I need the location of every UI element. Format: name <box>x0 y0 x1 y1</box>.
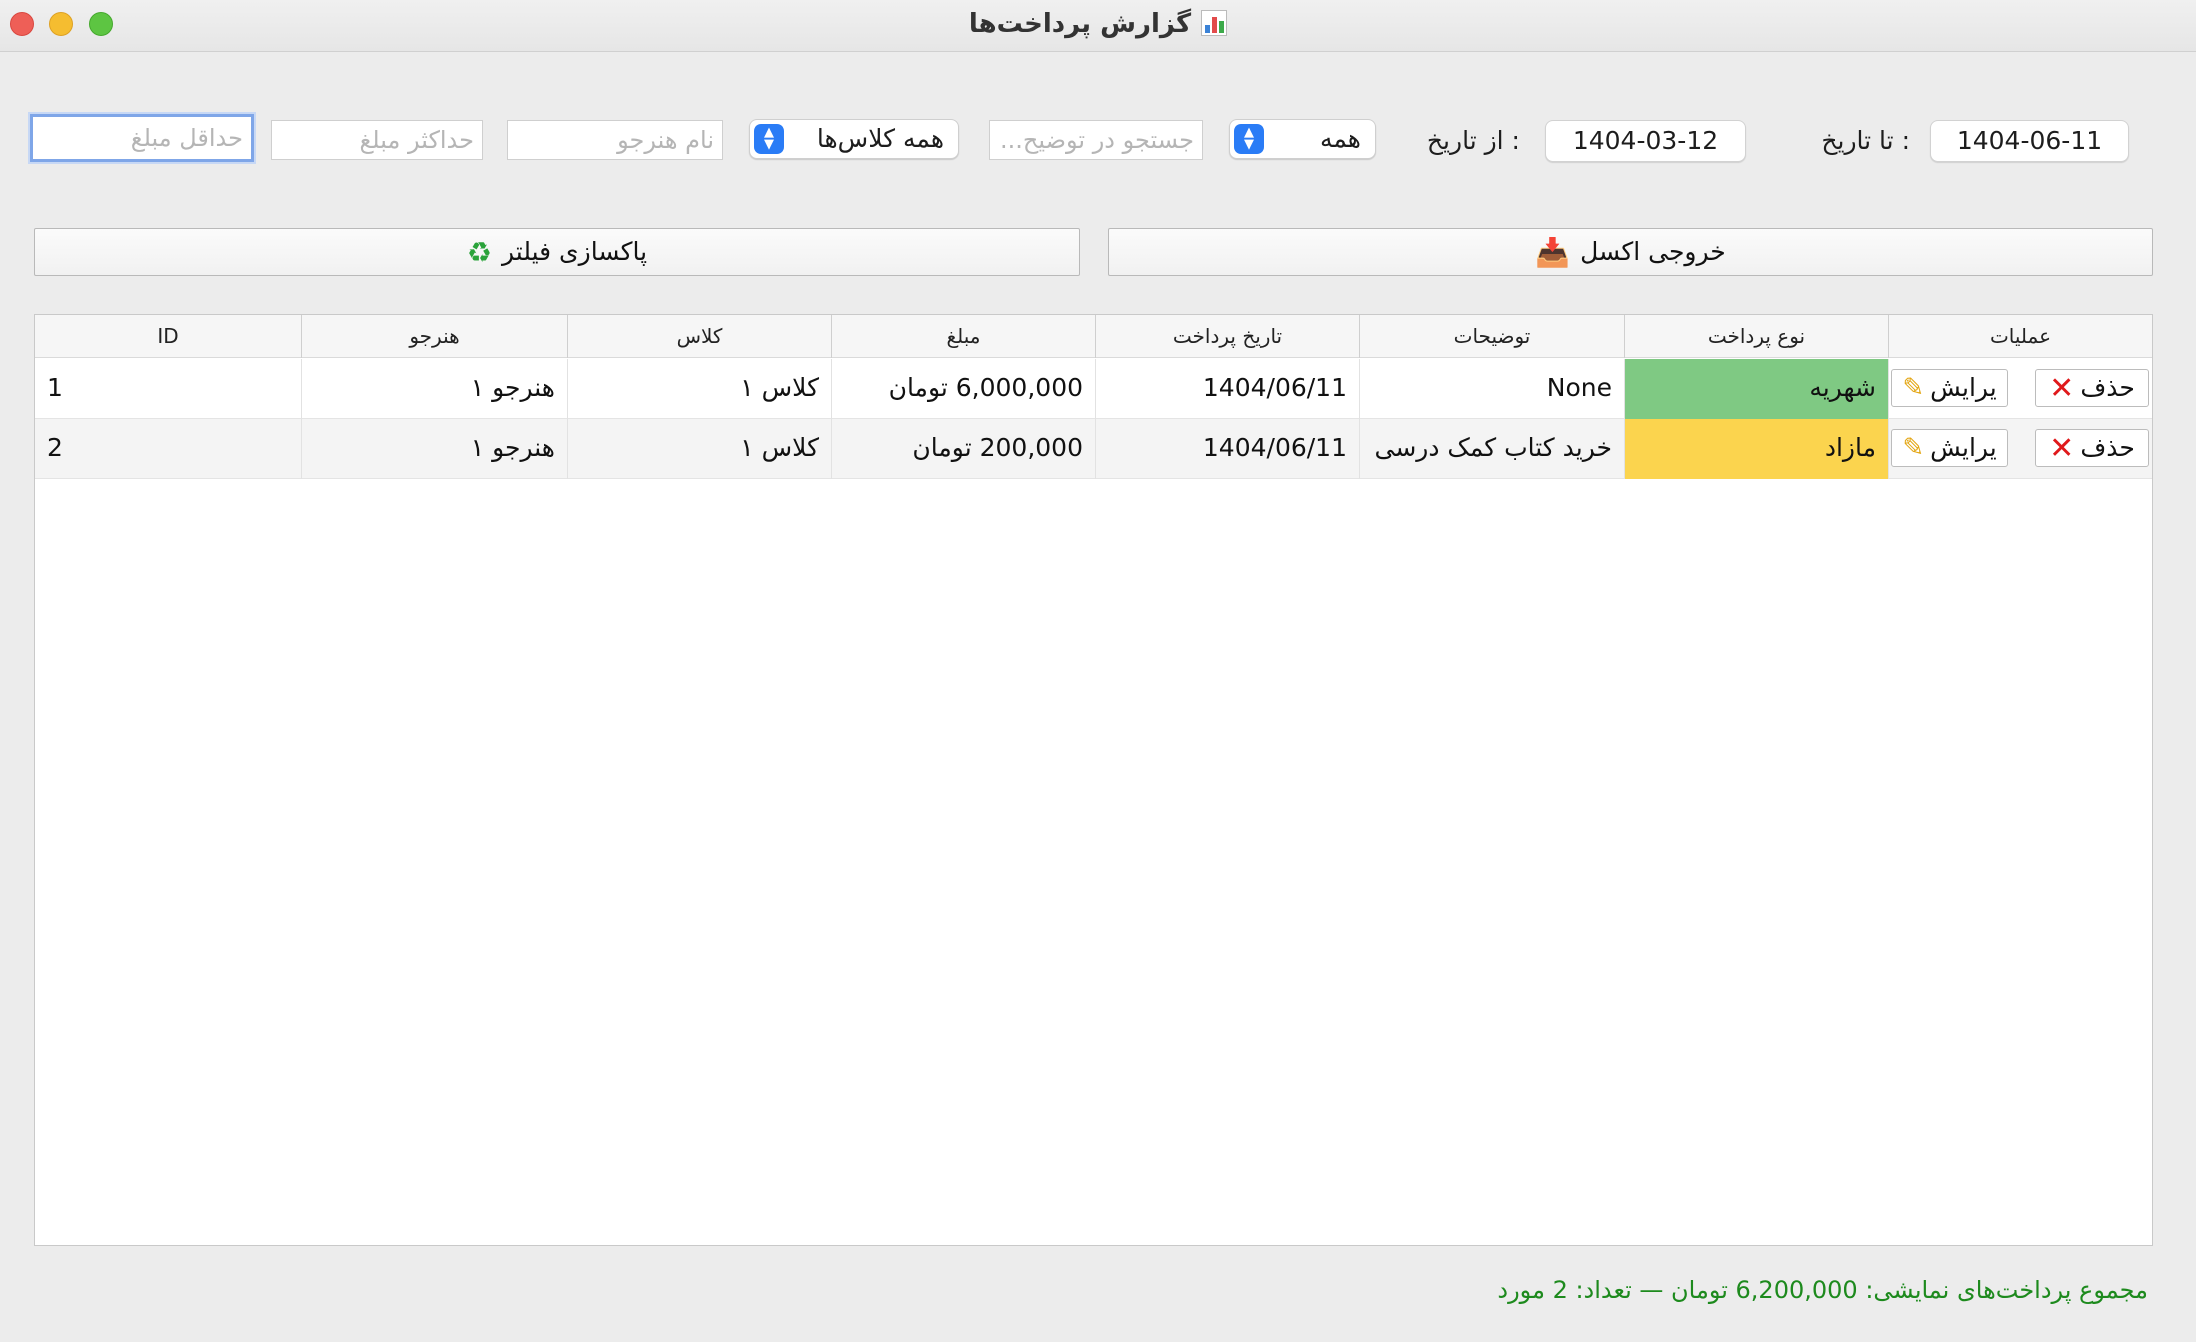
window-title: گزارش پرداخت‌ها <box>0 6 2196 42</box>
cell-student: هنرجو ۱ <box>301 359 567 419</box>
to-date-label: : تا تاریخ <box>1821 126 1910 155</box>
cell-class: کلاس ۱ <box>567 419 831 479</box>
header-student[interactable]: هنرجو <box>301 315 567 358</box>
payment-type-select[interactable]: همه ▲ ▼ <box>1229 119 1376 159</box>
cell-student: هنرجو ۱ <box>301 419 567 479</box>
cell-id: 2 <box>47 433 63 462</box>
class-select[interactable]: همه کلاس‌ها ▲ ▼ <box>749 119 959 159</box>
cell-payment-type: مازاد <box>1624 419 1888 479</box>
table-header: ID هنرجو کلاس مبلغ تاریخ پرداخت توضیحات … <box>35 315 2152 358</box>
header-payment-date[interactable]: تاریخ پرداخت <box>1095 315 1359 358</box>
cell-amount: 200,000 تومان <box>831 419 1095 479</box>
header-id[interactable]: ID <box>35 315 301 358</box>
reset-filter-button[interactable]: پاکسازی فیلتر♻ <box>34 228 1080 276</box>
header-payment-type[interactable]: نوع پرداخت <box>1624 315 1888 358</box>
cell-payment-date: 1404/06/11 <box>1095 359 1359 419</box>
pencil-icon: ✎ <box>1902 373 1925 403</box>
cell-class: کلاس ۱ <box>567 359 831 419</box>
header-description[interactable]: توضیحات <box>1359 315 1624 358</box>
title-bar: گزارش پرداخت‌ها <box>0 0 2196 52</box>
delete-x-icon: ✕ <box>2049 431 2075 466</box>
cell-amount: 6,000,000 تومان <box>831 359 1095 419</box>
edit-button[interactable]: یرایش✎ <box>1891 429 2008 467</box>
recycle-icon: ♻ <box>466 236 492 269</box>
delete-x-icon: ✕ <box>2049 371 2075 406</box>
bar-chart-icon <box>1201 10 1228 36</box>
header-amount[interactable]: مبلغ <box>831 315 1095 358</box>
table-row[interactable]: 2 هنرجو ۱ کلاس ۱ 200,000 تومان 1404/06/1… <box>35 419 2152 479</box>
from-date-field[interactable]: 1404-03-12 <box>1545 120 1746 162</box>
cell-payment-type: شهریه <box>1624 359 1888 419</box>
cell-id: 1 <box>47 373 63 402</box>
from-date-label: : از تاریخ <box>1426 126 1520 155</box>
select-arrows-icon: ▲ ▼ <box>754 124 784 154</box>
export-excel-button[interactable]: خروجی اکسل📥 <box>1108 228 2153 276</box>
cell-payment-date: 1404/06/11 <box>1095 419 1359 479</box>
cell-operations: حذف✕ یرایش✎ <box>1888 419 2152 479</box>
delete-button[interactable]: حذف✕ <box>2035 369 2149 407</box>
select-arrows-icon: ▲ ▼ <box>1234 124 1264 154</box>
description-search-input[interactable] <box>989 120 1203 160</box>
header-class[interactable]: کلاس <box>567 315 831 358</box>
max-amount-input[interactable] <box>271 120 483 160</box>
summary-text: مجموع پرداخت‌های نمایشی: 6,200,000 تومان… <box>1497 1276 2148 1304</box>
cell-operations: حذف✕ یرایش✎ <box>1888 359 2152 419</box>
table-row[interactable]: 1 هنرجو ۱ کلاس ۱ 6,000,000 تومان 1404/06… <box>35 359 2152 419</box>
to-date-field[interactable]: 1404-06-11 <box>1930 120 2129 162</box>
payments-table: ID هنرجو کلاس مبلغ تاریخ پرداخت توضیحات … <box>34 314 2153 1246</box>
student-name-input[interactable] <box>507 120 723 160</box>
edit-button[interactable]: یرایش✎ <box>1891 369 2008 407</box>
cell-description: None <box>1359 359 1624 419</box>
min-amount-input[interactable] <box>30 114 254 162</box>
pencil-icon: ✎ <box>1902 433 1925 463</box>
cell-description: خرید کتاب کمک درسی <box>1359 419 1624 479</box>
inbox-tray-icon: 📥 <box>1535 236 1571 269</box>
delete-button[interactable]: حذف✕ <box>2035 429 2149 467</box>
header-operations[interactable]: عملیات <box>1888 315 2152 358</box>
